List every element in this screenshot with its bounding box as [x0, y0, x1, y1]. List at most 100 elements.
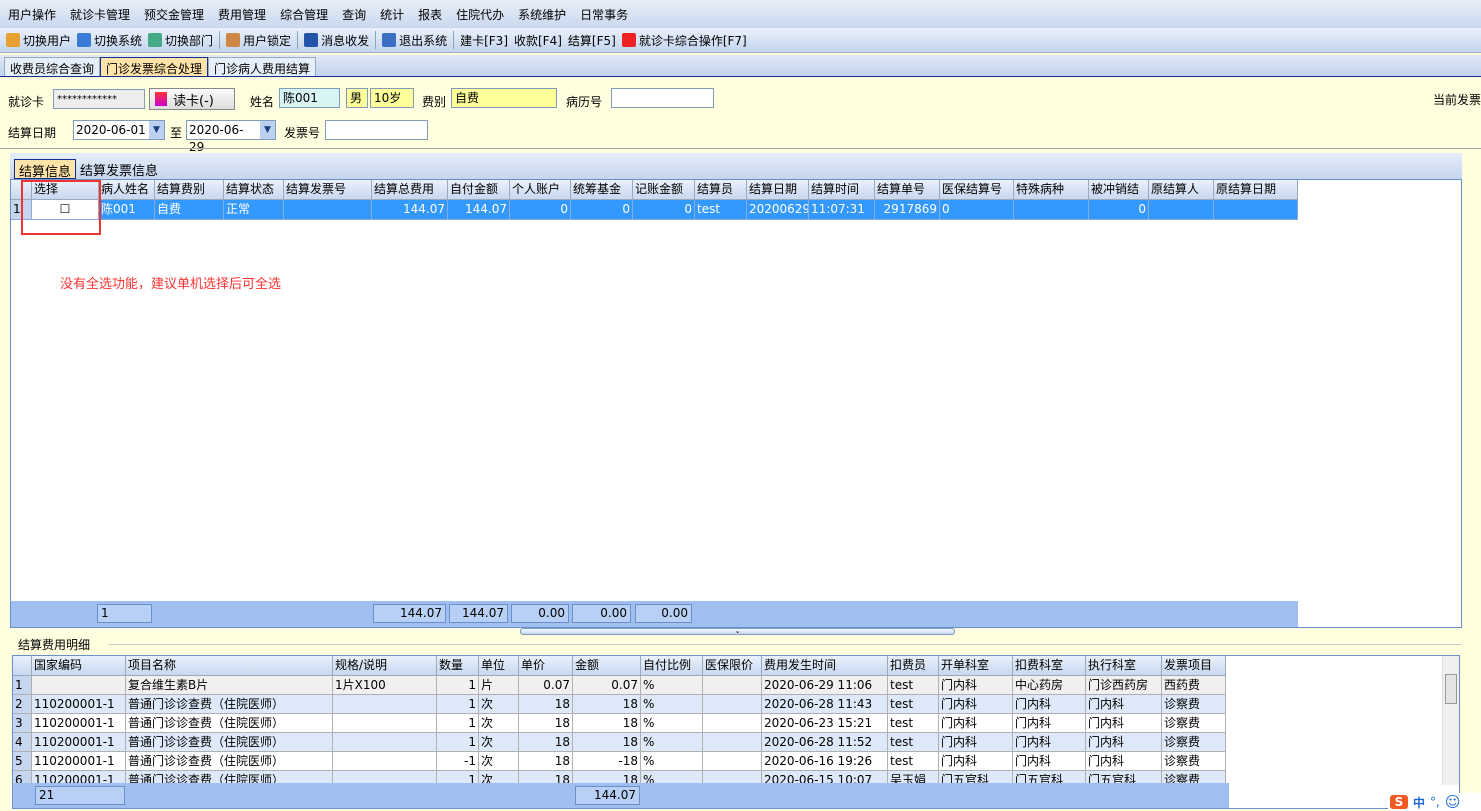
toolbar: 切换用户 切换系统 切换部门 用户锁定 消息收发 退出系统 建卡[F3] 收款[F4] 结算[F…	[0, 28, 1481, 53]
tab-settlement-invoice-info[interactable]: 结算发票信息	[76, 159, 162, 179]
name-field[interactable]: 陈001	[279, 88, 340, 108]
table-cell: 中心药房	[1013, 676, 1086, 695]
date-to-value: 2020-06-29	[189, 123, 244, 154]
column-header[interactable]: 病人姓名	[99, 180, 155, 200]
table-row[interactable]: 3 110200001-1 普通门诊诊查费（住院医师） 1 次 18 18% 2020-06-…	[13, 714, 1459, 733]
toolbar-button[interactable]: 消息收发	[304, 32, 369, 49]
menu-item[interactable]: 综合管理	[280, 6, 328, 23]
menu-bar: 用户操作 就诊卡管理 预交金管理 费用管理 综合管理 查询 统计 报表 住院代办 系统维护 日常事务	[0, 0, 1481, 28]
column-header[interactable]: 发票项目	[1162, 656, 1226, 676]
column-header[interactable]: 结算总费用	[372, 180, 448, 200]
column-header[interactable]: 结算时间	[809, 180, 875, 200]
column-header[interactable]: 扣费科室	[1013, 656, 1086, 676]
column-header[interactable]: 个人账户	[510, 180, 571, 200]
column-header[interactable]: 记账金额	[633, 180, 695, 200]
table-cell: 1片X100	[333, 676, 437, 695]
column-header[interactable]: 结算费别	[155, 180, 224, 200]
column-header[interactable]: 结算日期	[747, 180, 809, 200]
table-row[interactable]: 2 110200001-1 普通门诊诊查费（住院医师） 1 次 18 18% 2020-06-…	[13, 695, 1459, 714]
table-cell	[333, 714, 437, 733]
menu-item[interactable]: 日常事务	[580, 6, 628, 23]
table-row[interactable]: 4 110200001-1 普通门诊诊查费（住院医师） 1 次 18 18% 2020-06-…	[13, 733, 1459, 752]
menu-item[interactable]: 费用管理	[218, 6, 266, 23]
table-row[interactable]: 1 ☐ 陈001 自费 正常 144.07 144.07 0 0 0 test 20200629 11:…	[11, 200, 1461, 220]
column-header[interactable]: 扣费员	[888, 656, 939, 676]
column-header[interactable]: 自付比例	[641, 656, 703, 676]
column-header[interactable]: 结算员	[695, 180, 747, 200]
dropdown-arrow-icon[interactable]: ▼	[260, 121, 275, 139]
toolbar-button[interactable]: 就诊卡综合操作[F7]	[621, 32, 747, 49]
date-from-picker[interactable]: 2020-06-01 ▼	[73, 120, 165, 140]
scrollbar-thumb[interactable]	[1445, 674, 1457, 704]
date-to-picker[interactable]: 2020-06-29 ▼	[186, 120, 276, 154]
column-header[interactable]: 结算单号	[875, 180, 940, 200]
menu-item[interactable]: 用户操作	[8, 6, 56, 23]
table-cell: 18	[519, 714, 573, 733]
column-header[interactable]: 结算状态	[224, 180, 284, 200]
column-header[interactable]: 费用发生时间	[762, 656, 888, 676]
column-header[interactable]: 开单科室	[939, 656, 1013, 676]
column-header[interactable]: 结算发票号	[284, 180, 372, 200]
toolbar-button[interactable]: 切换系统	[77, 32, 142, 49]
table-cell: 门内科	[939, 733, 1013, 752]
menu-item[interactable]: 报表	[418, 6, 442, 23]
sex-field[interactable]: 男	[346, 88, 368, 108]
tab-settlement-info[interactable]: 结算信息	[14, 159, 77, 180]
table-cell	[1149, 200, 1214, 220]
record-input[interactable]	[611, 88, 714, 108]
column-header[interactable]: 医保限价	[703, 656, 762, 676]
table-cell: 0	[940, 200, 1014, 220]
splitter-handle[interactable]: ⌄	[520, 628, 955, 635]
fee-type-field[interactable]: 自费	[451, 88, 557, 108]
dropdown-arrow-icon[interactable]: ▼	[149, 121, 164, 139]
table-cell: 18	[519, 695, 573, 714]
column-header[interactable]: 执行科室	[1086, 656, 1162, 676]
invoice-input[interactable]	[325, 120, 428, 140]
table-cell: 1	[437, 676, 479, 695]
menu-item[interactable]: 预交金管理	[144, 6, 204, 23]
vertical-scrollbar[interactable]	[1442, 656, 1459, 785]
toolbar-button-label: 就诊卡综合操作[F7]	[638, 33, 747, 48]
ime-indicator[interactable]: S 中 °, ☺	[1388, 793, 1481, 811]
ime-lang[interactable]: 中	[1413, 794, 1425, 811]
menu-item[interactable]: 统计	[380, 6, 404, 23]
tab[interactable]: 门诊发票综合处理	[100, 57, 209, 76]
column-header[interactable]: 单价	[519, 656, 573, 676]
ime-punct[interactable]: °,	[1430, 795, 1440, 809]
toolbar-button[interactable]: 切换用户	[6, 32, 71, 49]
tab[interactable]: 门诊病人费用结算	[208, 57, 317, 76]
column-header[interactable]: 原结算日期	[1214, 180, 1298, 200]
toolbar-button[interactable]: 收款[F4]	[514, 32, 562, 49]
table-row[interactable]: 5 110200001-1 普通门诊诊查费（住院医师） -1 次 18 -18% 2020-0…	[13, 752, 1459, 771]
column-header[interactable]: 国家编码	[32, 656, 126, 676]
column-header[interactable]	[13, 656, 32, 676]
toolbar-button[interactable]: 结算[F5]	[568, 32, 616, 49]
emoji-icon[interactable]: ☺	[1445, 793, 1461, 811]
column-header[interactable]: 数量	[437, 656, 479, 676]
table-cell: 门内科	[939, 695, 1013, 714]
card-input[interactable]: ************	[53, 89, 145, 109]
table-row[interactable]: 1 复合维生素B片 1片X100 1 片 0.07 0.07% 2020-06-29 11:0…	[13, 676, 1459, 695]
column-header[interactable]: 特殊病种	[1014, 180, 1089, 200]
read-card-button[interactable]: 读卡(-)	[149, 88, 235, 110]
tab[interactable]: 收费员综合查询	[4, 57, 101, 76]
column-header[interactable]: 统筹基金	[571, 180, 633, 200]
toolbar-button[interactable]: 切换部门	[148, 32, 213, 49]
column-header[interactable]: 项目名称	[126, 656, 333, 676]
column-header[interactable]: 医保结算号	[940, 180, 1014, 200]
column-header[interactable]: 自付金额	[448, 180, 510, 200]
menu-item[interactable]: 就诊卡管理	[70, 6, 130, 23]
column-header[interactable]: 金额	[573, 656, 641, 676]
toolbar-button[interactable]: 退出系统	[382, 32, 447, 49]
column-header[interactable]: 规格/说明	[333, 656, 437, 676]
column-header[interactable]: 单位	[479, 656, 519, 676]
menu-item[interactable]: 系统维护	[518, 6, 566, 23]
menu-item[interactable]: 查询	[342, 6, 366, 23]
table-cell	[333, 695, 437, 714]
toolbar-button[interactable]: 建卡[F3]	[460, 32, 508, 49]
toolbar-button[interactable]: 用户锁定	[226, 32, 291, 49]
menu-item[interactable]: 住院代办	[456, 6, 504, 23]
age-field[interactable]: 10岁	[370, 88, 414, 108]
column-header[interactable]: 原结算人	[1149, 180, 1214, 200]
column-header[interactable]: 被冲销结	[1089, 180, 1149, 200]
